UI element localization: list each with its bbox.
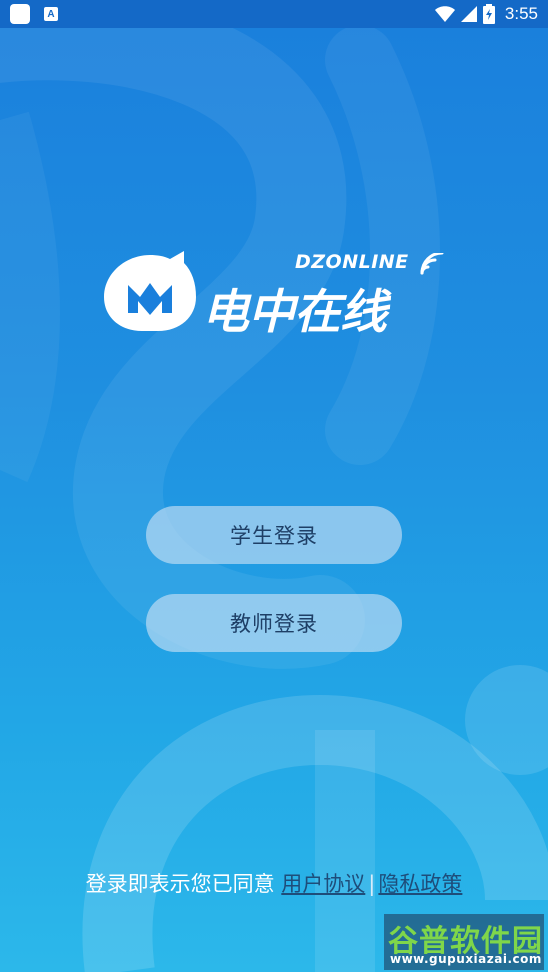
signal-waves-icon <box>420 253 444 275</box>
status-bar: A 3:55 <box>0 0 548 28</box>
wifi-icon <box>434 6 455 22</box>
teacher-login-button[interactable]: 教师登录 <box>146 594 402 652</box>
signal-icon <box>460 6 477 22</box>
app-square-icon <box>10 4 30 24</box>
agreement-separator: | <box>368 872 376 896</box>
agreement-notice: 登录即表示您已同意 用户协议 | 隐私政策 <box>0 868 548 898</box>
student-login-button[interactable]: 学生登录 <box>146 506 402 564</box>
background-decoration <box>0 0 548 972</box>
logo-chinese-text: 电中在线 <box>202 285 387 340</box>
logo-emblem-icon <box>104 251 196 331</box>
status-time: 3:55 <box>504 4 538 23</box>
logo-latin-text: DZONLINE <box>295 251 409 273</box>
watermark-url: www.gupuxiazai.com <box>390 952 542 966</box>
battery-charging-icon <box>482 4 495 24</box>
login-screen: A 3:55 DZONLINE 电中在线 学生登录 教师登录 登录即表示您已同意… <box>0 0 548 972</box>
site-watermark: 谷普软件园 www.gupuxiazai.com <box>384 914 544 970</box>
privacy-policy-link[interactable]: 隐私政策 <box>378 872 462 896</box>
user-agreement-link[interactable]: 用户协议 <box>281 872 365 896</box>
a-notification-icon: A <box>44 7 58 21</box>
agreement-prefix: 登录即表示您已同意 <box>85 872 275 896</box>
app-logo: DZONLINE 电中在线 <box>100 245 450 340</box>
